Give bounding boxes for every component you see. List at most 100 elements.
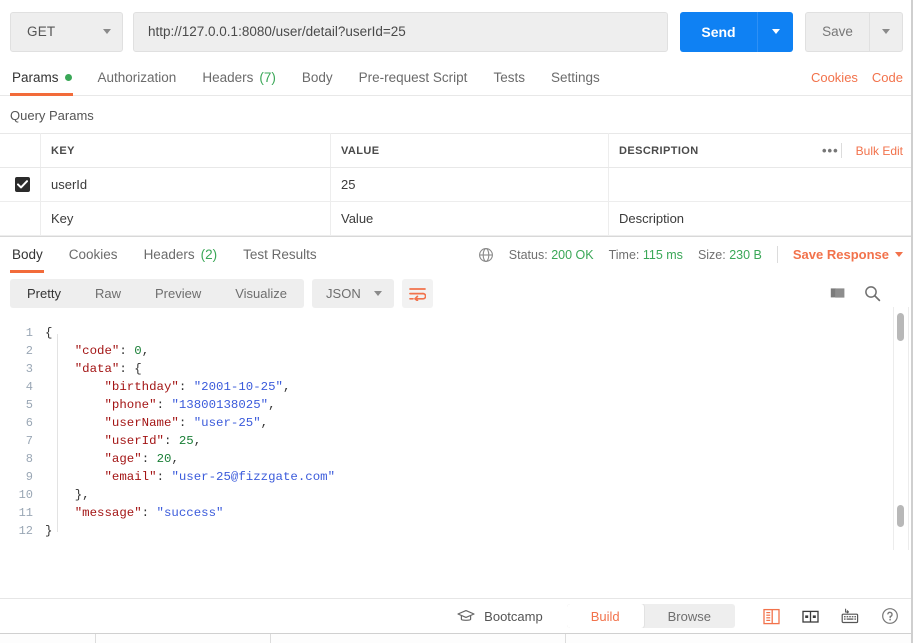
copy-button[interactable]	[830, 285, 847, 302]
bulk-edit-button[interactable]: Bulk Edit	[856, 144, 903, 158]
save-button-group: Save	[805, 12, 903, 52]
save-button[interactable]: Save	[805, 12, 869, 52]
new-param-value-input[interactable]: Value	[331, 202, 609, 236]
code-link[interactable]: Code	[872, 70, 903, 85]
browse-tab[interactable]: Browse	[644, 604, 735, 628]
code-line: 1{	[0, 324, 913, 342]
split-layout-button[interactable]	[802, 608, 819, 625]
param-key[interactable]: userId	[41, 168, 331, 202]
header-checkbox-cell	[0, 134, 41, 168]
line-number: 4	[0, 378, 45, 396]
code-line-text: "phone": "13800138025",	[45, 396, 276, 414]
tab-label: Headers	[202, 70, 253, 85]
time-readout: Time: 115 ms	[609, 248, 683, 262]
code-line: 12}	[0, 522, 913, 540]
new-param-description-input[interactable]: Description	[609, 202, 913, 236]
response-scrollbar-thumb[interactable]	[897, 313, 904, 341]
code-line: 5 "phone": "13800138025",	[0, 396, 913, 414]
view-mode-pretty[interactable]: Pretty	[10, 279, 78, 308]
cookies-link[interactable]: Cookies	[811, 70, 858, 85]
code-line-text: }	[45, 522, 52, 540]
line-number: 9	[0, 468, 45, 486]
response-body-viewer[interactable]: 1{2 "code": 0,3 "data": {4 "birthday": "…	[0, 316, 913, 606]
size-label: Size:	[698, 248, 726, 262]
query-params-table: KEY VALUE DESCRIPTION ••• Bulk Edit	[0, 133, 913, 236]
line-number: 12	[0, 522, 45, 540]
response-tab-test-results[interactable]: Test Results	[230, 247, 330, 272]
code-line-text: {	[45, 324, 52, 342]
tab-authorization[interactable]: Authorization	[85, 70, 190, 95]
request-tab-bar: Params Authorization Headers (7) Body Pr…	[0, 62, 913, 96]
line-number: 11	[0, 504, 45, 522]
copy-icon	[830, 285, 847, 302]
code-line-text: "message": "success"	[45, 504, 223, 522]
new-param-key-input[interactable]: Key	[41, 202, 331, 236]
code-line: 7 "userId": 25,	[0, 432, 913, 450]
header-value: VALUE	[331, 134, 609, 168]
page-scrollbar-thumb[interactable]	[897, 505, 904, 527]
params-modified-dot-icon	[65, 74, 72, 81]
send-button[interactable]: Send	[680, 12, 757, 52]
param-value[interactable]: 25	[331, 168, 609, 202]
help-button[interactable]	[881, 607, 899, 625]
search-icon	[864, 285, 881, 302]
code-line: 2 "code": 0,	[0, 342, 913, 360]
save-options-button[interactable]	[869, 12, 903, 52]
send-options-button[interactable]	[757, 12, 793, 52]
request-tab-links: Cookies Code	[811, 70, 903, 95]
tab-label: Body	[302, 70, 333, 85]
tab-params[interactable]: Params	[10, 70, 85, 95]
search-button[interactable]	[864, 285, 881, 302]
code-line-text: "age": 20,	[45, 450, 179, 468]
response-view-mode-group: Pretty Raw Preview Visualize	[10, 279, 304, 308]
wrap-text-button[interactable]	[402, 279, 433, 308]
response-format-select[interactable]: JSON	[312, 279, 394, 308]
status-label: Status:	[509, 248, 548, 262]
line-number: 1	[0, 324, 45, 342]
view-mode-visualize[interactable]: Visualize	[218, 279, 304, 308]
http-method-label: GET	[27, 24, 55, 39]
param-enabled-checkbox[interactable]	[15, 177, 30, 192]
code-line: 9 "email": "user-25@fizzgate.com"	[0, 468, 913, 486]
response-scrollbar-track[interactable]	[893, 307, 909, 550]
keyboard-shortcuts-button[interactable]	[841, 608, 859, 624]
tab-pre-request-script[interactable]: Pre-request Script	[346, 70, 481, 95]
table-row: userId 25	[0, 168, 913, 202]
bootcamp-button[interactable]: Bootcamp	[457, 609, 543, 624]
tab-label: Body	[12, 247, 43, 262]
build-tab[interactable]: Build	[567, 604, 644, 628]
view-mode-preview[interactable]: Preview	[138, 279, 218, 308]
request-url-input[interactable]: http://127.0.0.1:8080/user/detail?userId…	[133, 12, 668, 52]
code-line-text: "code": 0,	[45, 342, 149, 360]
graduation-cap-icon	[457, 609, 475, 623]
tab-tests[interactable]: Tests	[480, 70, 538, 95]
time-value: 115 ms	[643, 248, 683, 262]
split-layout-icon	[802, 608, 819, 625]
response-tab-cookies[interactable]: Cookies	[56, 247, 131, 272]
chevron-down-icon	[374, 291, 382, 296]
code-line-text: },	[45, 486, 90, 504]
param-description[interactable]	[609, 168, 913, 202]
status-value: 200 OK	[551, 248, 593, 262]
tab-body[interactable]: Body	[289, 70, 346, 95]
http-method-select[interactable]: GET	[10, 12, 123, 52]
code-line: 10 },	[0, 486, 913, 504]
response-tab-body[interactable]: Body	[10, 247, 56, 272]
response-tab-headers[interactable]: Headers (2)	[131, 247, 231, 272]
response-json-code: 1{2 "code": 0,3 "data": {4 "birthday": "…	[0, 324, 913, 540]
tab-headers[interactable]: Headers (7)	[189, 70, 289, 95]
globe-icon[interactable]	[478, 247, 494, 263]
chevron-down-icon	[895, 252, 903, 257]
table-row: Key Value Description	[0, 202, 913, 236]
request-url-bar: GET http://127.0.0.1:8080/user/detail?us…	[0, 0, 913, 62]
tab-settings[interactable]: Settings	[538, 70, 613, 95]
view-mode-raw[interactable]: Raw	[78, 279, 138, 308]
postman-window: GET http://127.0.0.1:8080/user/detail?us…	[0, 0, 913, 643]
params-more-options-icon[interactable]: •••	[818, 143, 842, 158]
tab-label: Authorization	[98, 70, 177, 85]
status-readout: Status: 200 OK	[509, 248, 594, 262]
code-line: 11 "message": "success"	[0, 504, 913, 522]
two-pane-layout-button[interactable]	[763, 608, 780, 625]
save-response-button[interactable]: Save Response	[793, 247, 903, 262]
time-label: Time:	[609, 248, 640, 262]
